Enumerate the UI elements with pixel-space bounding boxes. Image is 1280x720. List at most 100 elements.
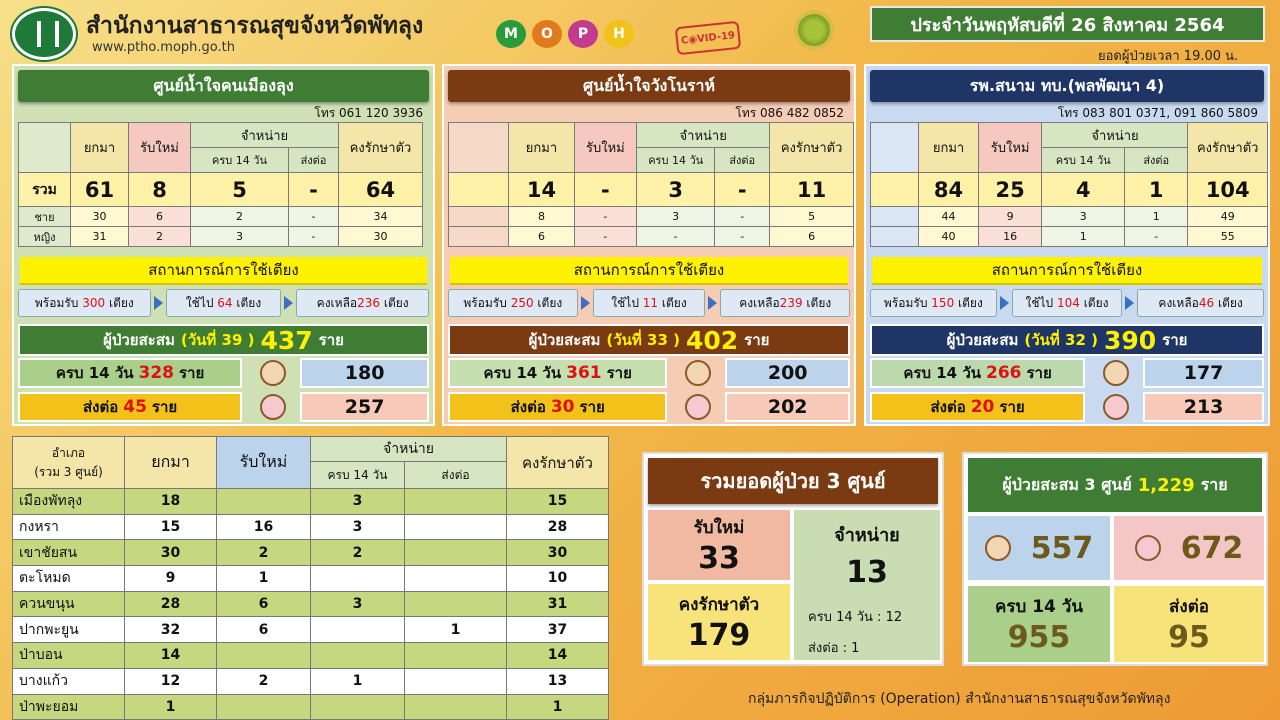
boy-icon	[1103, 360, 1130, 386]
district-cell: 14	[124, 642, 217, 669]
district-cell: 2	[216, 667, 311, 695]
district-table: อำเภอ (รวม 3 ศูนย์) ยกมา รับใหม่ จำหน่าย …	[12, 435, 609, 720]
bed-used: ใช้ไป 104 เตียง	[1011, 289, 1123, 317]
center-phone[interactable]: โทร 061 120 3936	[314, 104, 423, 123]
col-discharge: จำหน่าย	[636, 122, 771, 148]
female-cell: 40	[918, 226, 979, 247]
accumulated-bar: ผู้ป่วยสะสม (วันที่ 32 ) 390 ราย	[870, 324, 1264, 356]
col-remain: คงรักษาตัว	[506, 436, 609, 489]
col-refer: ส่งต่อ	[288, 147, 339, 173]
district-row: ควนขนุน 28 6 3 31	[12, 590, 609, 618]
website[interactable]: www.ptho.moph.go.th	[92, 40, 235, 55]
district-row: ป่าพะยอม 1 1	[12, 693, 609, 720]
district-cell: 37	[506, 616, 609, 644]
d14-stat: ครบ 14 วัน 266 ราย	[870, 358, 1086, 388]
row-total-label	[447, 172, 510, 207]
female-total: 213	[1143, 392, 1264, 422]
total-cell: 64	[338, 172, 423, 207]
district-cell	[404, 513, 507, 541]
district-cell: 3	[310, 513, 405, 541]
district-cell: 9	[124, 565, 217, 592]
arrow-icon	[580, 296, 590, 310]
district-cell: 30	[506, 539, 609, 567]
district-cell: 31	[506, 590, 609, 618]
female-total: 257	[300, 392, 429, 422]
district-cell	[404, 565, 507, 592]
district-cell: 15	[124, 513, 217, 541]
district-name: กงหรา	[12, 513, 125, 541]
boy-icon	[984, 535, 1011, 561]
district-cell	[310, 693, 405, 720]
col-new: รับใหม่	[216, 436, 311, 489]
bed-status-row: พร้อมรับ 300 เตียง ใช้ไป 64 เตียง คงเหลื…	[18, 288, 430, 318]
report-time: ยอดผู้ป่วยเวลา 19.00 น.	[1098, 49, 1239, 64]
summary-title: รวมยอดผู้ป่วย 3 ศูนย์	[648, 458, 938, 504]
arrow-icon	[284, 296, 294, 310]
male-cell: 9	[977, 206, 1043, 227]
female-total: 202	[725, 392, 850, 422]
female-cell: 6	[508, 226, 575, 247]
district-cell: 1	[310, 667, 405, 695]
bed-status-title: สถานการณ์การใช้เตียง	[872, 257, 1262, 285]
col-d14: ครบ 14 วัน	[1041, 147, 1125, 173]
total-cell: 61	[70, 172, 129, 207]
col-discharge: จำหน่าย	[1041, 122, 1189, 148]
summary-discharge: จำหน่าย 13 ครบ 14 วัน : 12 ส่งต่อ : 1	[794, 510, 940, 660]
male-cell: 6	[128, 206, 191, 227]
center-phone[interactable]: โทร 083 801 0371, 091 860 5809	[1058, 104, 1258, 123]
male-cell: 2	[190, 206, 289, 227]
male-cell: 44	[918, 206, 979, 227]
bed-status-row: พร้อมรับ 150 เตียง ใช้ไป 104 เตียง คงเหล…	[870, 288, 1264, 318]
col-d14: ครบ 14 วัน	[310, 461, 405, 489]
center-table: ยกมา รับใหม่ จำหน่าย คงรักษาตัว ครบ 14 ว…	[447, 122, 854, 247]
male-total: 180	[300, 358, 429, 388]
district-row: เมืองพัทลุง 18 3 15	[12, 488, 609, 515]
district-row: ตะโหมด 9 1 10	[12, 565, 609, 592]
girl-icon	[685, 394, 712, 420]
refer-stat: ส่งต่อ 20 ราย	[870, 392, 1086, 422]
bed-left: คงเหลือ 46 เตียง	[1137, 289, 1264, 317]
district-cell: 1	[216, 565, 311, 592]
male-cell: -	[573, 206, 638, 227]
refer-stat: ส่งต่อ 45 ราย	[18, 392, 243, 422]
center-panel: รพ.สนาม ทบ.(พลพัฒนา 4) โทร 083 801 0371,…	[864, 64, 1270, 426]
district-cell	[216, 693, 311, 720]
female-cell: 6	[769, 226, 854, 247]
col-new: รับใหม่	[977, 122, 1043, 173]
district-cell	[404, 488, 507, 515]
cumulative-male: 557	[968, 516, 1110, 580]
cumulative-d14: ครบ 14 วัน 955	[968, 586, 1110, 662]
d14-stat: ครบ 14 วัน 328 ราย	[18, 358, 243, 388]
col-refer: ส่งต่อ	[404, 461, 507, 489]
bed-status-title: สถานการณ์การใช้เตียง	[450, 257, 848, 285]
boy-icon	[260, 360, 287, 386]
female-cell: 16	[977, 226, 1043, 247]
total-cell: 5	[190, 172, 289, 207]
district-name: ควนขนุน	[12, 590, 125, 618]
moph-badge: M	[496, 20, 526, 48]
center-phone[interactable]: โทร 086 482 0852	[735, 104, 844, 123]
district-cell: 16	[216, 513, 311, 541]
total-cell: 1	[1123, 172, 1189, 207]
district-row: เขาชัยสน 30 2 2 30	[12, 539, 609, 567]
district-name: ปากพะยูน	[12, 616, 125, 644]
moph-logo	[12, 8, 76, 60]
female-cell: 1	[1041, 226, 1125, 247]
female-cell: 31	[70, 226, 129, 247]
bed-used: ใช้ไป 11 เตียง	[592, 289, 706, 317]
col-new: รับใหม่	[128, 122, 191, 173]
total-cell: -	[288, 172, 339, 207]
girl-icon	[260, 394, 287, 420]
district-cell	[310, 565, 405, 592]
male-cell: 1	[1123, 206, 1189, 227]
total-cell: 14	[508, 172, 575, 207]
total-cell: 104	[1187, 172, 1268, 207]
date-banner: ประจำวันพฤหัสบดีที่ 26 สิงหาคม 2564	[870, 6, 1265, 42]
district-cell	[404, 539, 507, 567]
district-cell: 6	[216, 590, 311, 618]
male-total: 177	[1143, 358, 1264, 388]
district-cell	[216, 642, 311, 669]
col-carried: ยกมา	[508, 122, 575, 173]
row-male-label	[447, 206, 510, 227]
male-cell: 34	[338, 206, 423, 227]
